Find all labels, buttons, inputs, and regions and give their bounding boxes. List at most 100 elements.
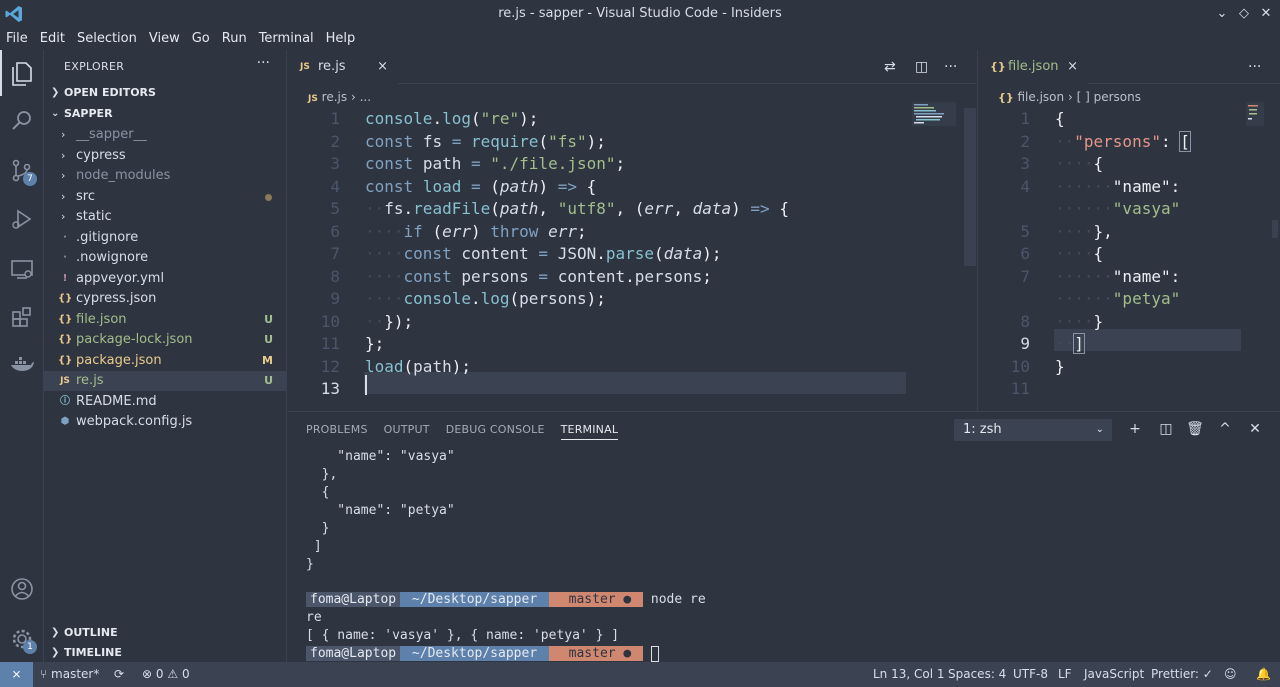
docker-icon[interactable] xyxy=(7,350,37,380)
minimap[interactable] xyxy=(1246,102,1264,126)
tree-item-label: file.json xyxy=(76,311,127,327)
breadcrumb-file[interactable]: re.js xyxy=(322,90,347,104)
tree-item-node-modules-folder[interactable]: › node_modules xyxy=(44,166,287,186)
cursor-position[interactable]: Ln 13, Col 1 xyxy=(873,662,945,687)
account-icon[interactable] xyxy=(7,574,37,604)
notifications-bell-icon[interactable]: 🔔 xyxy=(1256,662,1271,687)
terminal-select[interactable]: 1: zsh ⌄ xyxy=(954,419,1112,441)
chevron-right-icon: ❯ xyxy=(51,647,60,658)
menu-selection[interactable]: Selection xyxy=(71,28,143,50)
tree-item-label: re.js xyxy=(76,373,104,388)
prettier-status[interactable]: Prettier: ✓ xyxy=(1151,662,1213,687)
terminal-line: { xyxy=(306,485,330,500)
tree-item-readme[interactable]: ⓘ README.md xyxy=(44,392,287,412)
terminal-line: "name": "petya" xyxy=(306,503,455,518)
sync-icon[interactable]: ⟳ xyxy=(114,662,124,687)
menu-terminal[interactable]: Terminal xyxy=(253,28,320,50)
tree-item-label: .gitignore xyxy=(76,229,139,245)
open-changes-icon[interactable]: ⇄ xyxy=(884,50,896,84)
split-editor-icon[interactable]: ◫ xyxy=(915,50,928,84)
end-of-line[interactable]: LF xyxy=(1058,662,1072,687)
git-branch[interactable]: ⑂ master* xyxy=(40,662,99,687)
terminal-prompt: foma@Laptop ~/Desktop/sapper master ● no… xyxy=(306,591,706,609)
menu-help[interactable]: Help xyxy=(320,28,362,50)
language-mode[interactable]: JavaScript xyxy=(1084,662,1144,687)
close-panel-icon[interactable]: ✕ xyxy=(1245,419,1265,439)
tree-item-nowignore[interactable]: · .nowignore xyxy=(44,248,287,268)
tree-item-file-json[interactable]: {} file.json U xyxy=(44,310,287,330)
open-editors-section[interactable]: ❯ OPEN EDITORS xyxy=(44,83,287,103)
breadcrumb-file[interactable]: file.json xyxy=(1018,90,1065,104)
tab-debug-console[interactable]: DEBUG CONSOLE xyxy=(446,412,545,448)
encoding[interactable]: UTF-8 xyxy=(1013,662,1048,687)
js-file-icon: JS xyxy=(308,94,318,104)
editor-group-file-json: {} file.json × ··· {} file.json › [ ] pe… xyxy=(977,50,1280,411)
chevron-right-icon: › xyxy=(61,128,66,141)
tab-re-js[interactable]: JS re.js × xyxy=(288,50,398,84)
menu-run[interactable]: Run xyxy=(216,28,253,50)
explorer-icon[interactable] xyxy=(0,50,37,96)
tree-item-static-folder[interactable]: › static xyxy=(44,207,287,227)
more-actions-icon[interactable]: ··· xyxy=(1248,50,1261,84)
maximize-panel-icon[interactable]: ^ xyxy=(1215,419,1235,439)
close-tab-icon[interactable]: × xyxy=(1067,50,1078,84)
line-number: 6 xyxy=(1020,244,1030,263)
feedback-icon[interactable]: ☺ xyxy=(1224,662,1237,687)
prompt-git-branch: master ● xyxy=(548,592,644,607)
tree-item-webpack-config[interactable]: ⬢ webpack.config.js xyxy=(44,412,287,432)
close-window-icon[interactable]: ✕ xyxy=(1256,4,1276,24)
extensions-icon[interactable] xyxy=(7,302,37,332)
tree-item-sapper-folder[interactable]: › __sapper__ xyxy=(44,125,287,145)
indentation[interactable]: Spaces: 4 xyxy=(948,662,1006,687)
maximize-icon[interactable]: ◇ xyxy=(1234,4,1254,24)
chevron-right-icon: › xyxy=(61,210,66,223)
workspace-section[interactable]: ⌄ SAPPER xyxy=(44,104,287,124)
outline-section[interactable]: ❯ OUTLINE xyxy=(44,623,287,643)
menu-edit[interactable]: Edit xyxy=(34,28,71,50)
close-tab-icon[interactable]: × xyxy=(377,50,388,84)
breadcrumb-symbol[interactable]: ... xyxy=(360,90,371,104)
more-actions-icon[interactable]: ··· xyxy=(944,50,957,84)
webpack-file-icon: ⬢ xyxy=(60,416,70,427)
tab-file-json[interactable]: {} file.json × xyxy=(978,50,1088,84)
editor-scrollbar[interactable] xyxy=(1272,220,1278,238)
new-terminal-icon[interactable]: + xyxy=(1125,419,1145,439)
settings-gear-icon[interactable]: 1 xyxy=(7,624,37,654)
prompt-directory: ~/Desktop/sapper xyxy=(400,646,549,661)
menu-file[interactable]: File xyxy=(0,28,34,50)
minimap[interactable] xyxy=(912,102,956,126)
problems-indicator[interactable]: ⊗ 0 ⚠ 0 xyxy=(142,662,190,687)
source-control-icon[interactable]: 7 xyxy=(7,156,37,186)
tree-item-package-json[interactable]: {} package.json M xyxy=(44,351,287,371)
timeline-section[interactable]: ❯ TIMELINE xyxy=(44,643,287,663)
remote-explorer-icon[interactable] xyxy=(7,254,37,284)
run-debug-icon[interactable] xyxy=(7,204,37,234)
remote-indicator-icon[interactable]: ⨯ xyxy=(0,662,33,687)
editor-scrollbar[interactable] xyxy=(964,108,976,266)
chevron-right-icon: ❯ xyxy=(51,87,60,98)
tab-output[interactable]: OUTPUT xyxy=(384,412,430,448)
tree-item-label: README.md xyxy=(76,393,157,409)
search-icon[interactable] xyxy=(7,106,37,136)
modified-badge: M xyxy=(262,353,273,367)
tree-item-package-lock[interactable]: {} package-lock.json U xyxy=(44,330,287,350)
tab-problems[interactable]: PROBLEMS xyxy=(306,412,368,448)
trash-icon[interactable]: 🗑 xyxy=(1185,419,1205,439)
menu-go[interactable]: Go xyxy=(186,28,216,50)
chevron-right-icon: ❯ xyxy=(51,627,60,638)
file-icon: · xyxy=(63,231,67,243)
more-actions-icon[interactable]: ··· xyxy=(257,55,270,71)
split-terminal-icon[interactable]: ◫ xyxy=(1156,419,1176,439)
tree-item-cypress-json[interactable]: {} cypress.json xyxy=(44,289,287,309)
line-number: 1 xyxy=(1020,109,1030,128)
tree-item-label: __sapper__ xyxy=(76,127,147,142)
minimize-icon[interactable]: ⌄ xyxy=(1212,4,1232,24)
tree-item-cypress-folder[interactable]: › cypress xyxy=(44,146,287,166)
breadcrumb-symbol[interactable]: [ ] persons xyxy=(1077,90,1141,104)
tree-item-gitignore[interactable]: · .gitignore xyxy=(44,228,287,248)
tree-item-appveyor[interactable]: ! appveyor.yml xyxy=(44,269,287,289)
tab-terminal[interactable]: TERMINAL xyxy=(560,412,619,440)
menu-view[interactable]: View xyxy=(143,28,186,50)
tree-item-src-folder[interactable]: › src xyxy=(44,187,287,207)
tree-item-re-js[interactable]: JS re.js U xyxy=(44,371,287,391)
